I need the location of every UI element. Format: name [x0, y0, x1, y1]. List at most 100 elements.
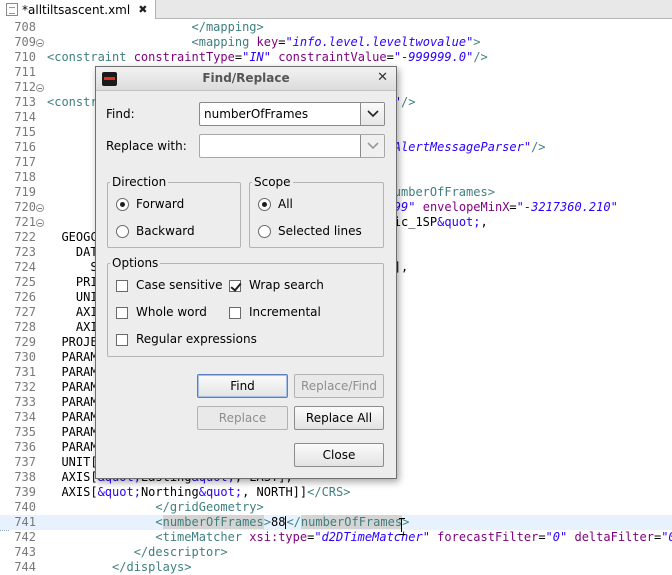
selected-lines-radio[interactable] [258, 225, 271, 238]
line-number: 734 [14, 410, 36, 424]
close-icon[interactable]: ✖ [138, 4, 147, 15]
code-text[interactable]: PARAM [47, 350, 97, 365]
fold-toggle-icon[interactable] [36, 84, 44, 92]
code-token: <mapping [191, 35, 257, 49]
code-text[interactable]: <timeMatcher xsi:type = "d2DTimeMatcher" f… [47, 530, 672, 545]
replace-all-button[interactable]: Replace All [294, 406, 384, 430]
code-token: "IN" [242, 50, 271, 64]
incremental-checkbox[interactable] [229, 307, 241, 319]
code-token: PARAM [47, 425, 98, 439]
line-number: 727 [14, 305, 36, 319]
code-token: </mapping> [191, 20, 264, 34]
line-number: 715 [14, 125, 36, 139]
code-text[interactable]: UNIT[ [47, 455, 98, 470]
fold-toggle-icon[interactable] [36, 39, 44, 47]
code-text[interactable]: DAT [47, 245, 98, 260]
editor-tab-bar: *alltiltsascent.xml ✖ [0, 0, 672, 19]
line-number: 718 [14, 170, 36, 184]
editor-line[interactable]: 742 <timeMatcher xsi:type = "d2DTimeMatche… [0, 530, 672, 545]
code-text[interactable]: PARAM [47, 410, 97, 425]
replace-button[interactable]: Replace [197, 406, 288, 430]
code-text[interactable]: PRI [47, 275, 98, 290]
wrap-search-checkbox[interactable] [229, 280, 241, 292]
code-token: "0" [545, 530, 568, 544]
backward-radio[interactable] [116, 225, 129, 238]
find-input[interactable]: numberOfFrames [204, 107, 308, 121]
line-number: 739 [14, 485, 36, 499]
line-number: 742 [14, 530, 36, 544]
editor-tab-title: *alltiltsascent.xml [22, 2, 131, 17]
find-dropdown-button[interactable] [360, 103, 384, 125]
close-button[interactable]: Close [294, 443, 384, 467]
forward-radio[interactable] [116, 198, 129, 211]
editor-line[interactable]: 743 </descriptor> [0, 545, 672, 560]
editor-line[interactable]: 708 </mapping> [0, 20, 672, 35]
code-text[interactable]: </gridGeometry> [47, 500, 263, 515]
find-replace-dialog: Find/Replace ✕ Find: numberOfFrames Repl… [95, 66, 397, 479]
options-label: Options [110, 256, 161, 270]
code-text[interactable]: PARAM [47, 395, 97, 410]
code-text[interactable]: PARAM [47, 425, 98, 440]
code-text[interactable]: <mapping key="info.level.leveltwovalue"> [47, 35, 481, 50]
case-sensitive-checkbox[interactable] [116, 280, 128, 292]
replace-combobox[interactable] [199, 134, 385, 158]
replace-find-button[interactable]: Replace/Find [294, 374, 384, 398]
editor-line[interactable]: 741 <numberOfFrames>88</numberOfFrames> [0, 515, 672, 530]
code-text[interactable]: AXI [47, 320, 98, 335]
dialog-close-icon[interactable]: ✕ [377, 70, 388, 85]
scope-all-radio[interactable] [258, 198, 271, 211]
code-token: PROJE [47, 335, 98, 349]
code-text[interactable]: AXIS[&quot;Northing&quot;, NORTH]]</CRS> [47, 485, 350, 500]
editor-line[interactable]: 740 </gridGeometry> [0, 500, 672, 515]
editor-line[interactable]: 710 <constraint constraintType="IN" const… [0, 50, 672, 65]
code-text[interactable]: GEOGC [47, 230, 98, 245]
direction-label: Direction [110, 175, 169, 189]
code-token: S [47, 260, 98, 274]
line-number: 710 [14, 50, 36, 64]
editor-tab[interactable]: *alltiltsascent.xml ✖ [0, 0, 157, 19]
code-text[interactable]: <constraint constraintType="IN" constrai… [47, 50, 488, 65]
line-number: 723 [14, 245, 36, 259]
replace-dropdown-button[interactable] [360, 135, 384, 157]
whole-word-checkbox[interactable] [116, 307, 128, 319]
line-number: 741 [14, 515, 36, 529]
code-text[interactable]: <numberOfFrames>88</numberOfFrames> [47, 515, 409, 530]
line-number: 708 [14, 20, 36, 34]
code-token: <constraint [47, 50, 134, 64]
code-text[interactable]: </mapping> [47, 20, 264, 35]
code-text[interactable]: PARAM [47, 380, 98, 395]
code-text[interactable]: </displays> [47, 560, 191, 575]
code-token: "-3217360.210" [516, 200, 618, 214]
code-token: UNIT[ [47, 455, 98, 469]
code-text[interactable]: PARAM [47, 365, 97, 380]
code-text[interactable]: </descriptor> [47, 545, 228, 560]
find-button[interactable]: Find [197, 374, 288, 398]
code-text[interactable]: PARAM [47, 440, 97, 455]
editor-line[interactable]: 739 AXIS[&quot;Northing&quot;, NORTH]]</… [0, 485, 672, 500]
line-number: 711 [14, 65, 36, 79]
code-token: key [256, 35, 279, 49]
regular-expressions-checkbox[interactable] [116, 334, 128, 346]
fold-toggle-icon[interactable] [36, 204, 44, 212]
code-token: = [234, 50, 243, 64]
code-token: PARAM [47, 380, 98, 394]
code-token: "info.level.leveltwovalue" [285, 35, 474, 49]
fold-toggle-icon[interactable] [36, 219, 44, 227]
line-number: 709 [14, 35, 36, 49]
find-combobox[interactable]: numberOfFrames [199, 102, 385, 126]
backward-label: Backward [136, 224, 195, 238]
editor-line[interactable]: 744 </displays> [0, 560, 672, 575]
code-token: &quot; [198, 485, 243, 499]
chevron-down-icon [367, 110, 379, 118]
editor-line[interactable]: 709 <mapping key="info.level.leveltwoval… [0, 35, 672, 50]
code-token: </CRS> [307, 485, 351, 499]
dialog-titlebar[interactable]: Find/Replace ✕ [96, 67, 396, 91]
line-number: 730 [14, 350, 36, 364]
code-token: GEOGC [47, 230, 98, 244]
code-text[interactable]: AXI [47, 305, 98, 320]
